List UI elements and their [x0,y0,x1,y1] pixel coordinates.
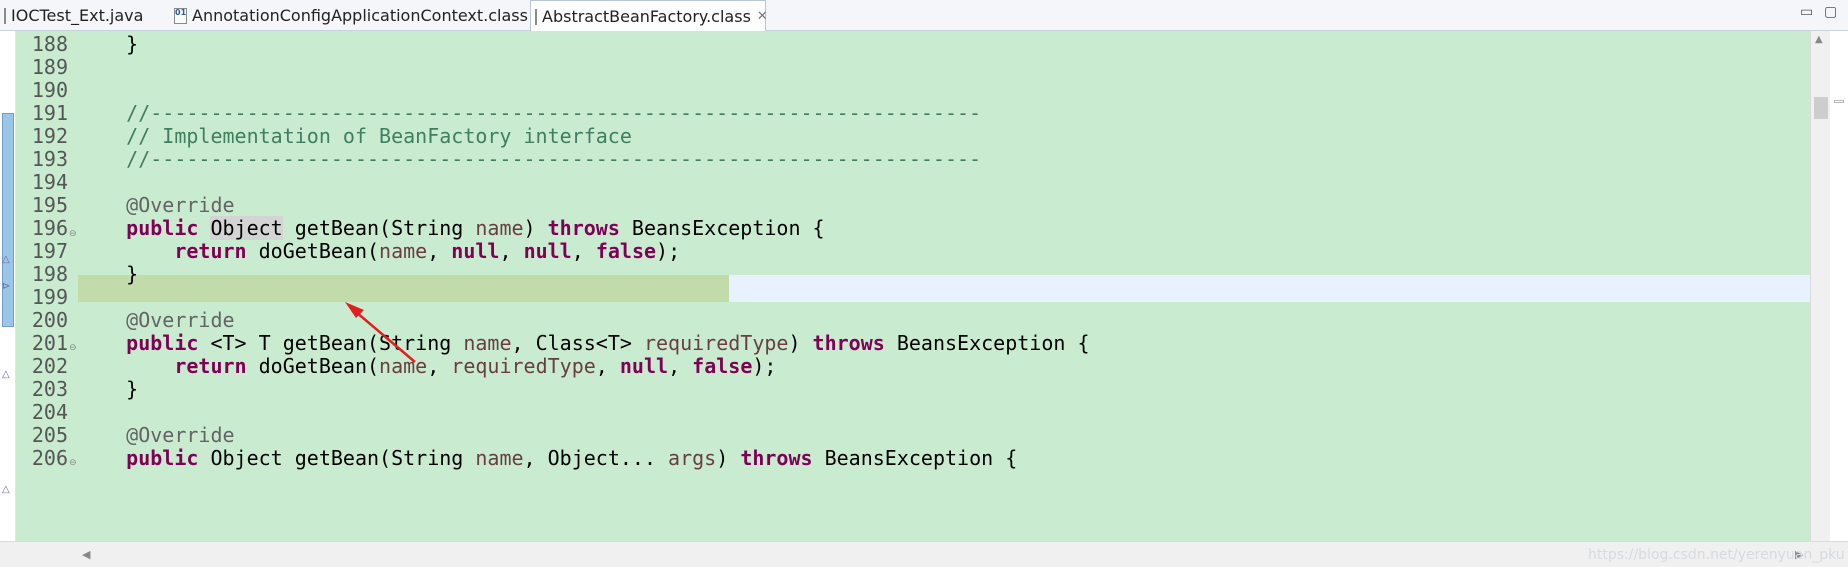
code-line-206: public Object getBean(String name, Objec… [78,445,1017,472]
keyword-token: public [126,331,199,355]
code-token: doGetBean( [246,354,380,378]
tab-label: AnnotationConfigApplicationContext.class [192,6,528,25]
code-token: BeansException { [884,331,1090,355]
tab-annotationconfigapplicationcontext-class[interactable]: 01 AnnotationConfigApplicationContext.cl… [170,0,534,31]
code-line-193: //--------------------------------------… [78,147,982,171]
tab-abstractbeanfactory-class[interactable]: 01 AbstractBeanFactory.class ✕ [530,0,768,32]
override-marker-icon: △ [2,484,10,495]
code-token: doGetBean( [246,239,380,263]
watermark-text: https://blog.csdn.net/yerenyuan_pku [1588,547,1845,563]
fold-toggle-icon[interactable]: ⊖ [69,344,77,353]
parameter-token: name [379,239,428,263]
scroll-up-icon[interactable]: ▲ [1815,35,1823,45]
parameter-token: name [475,446,524,470]
parameter-token: name [379,354,428,378]
code-token: ); [656,239,681,263]
code-token: , [499,239,524,263]
code-token: BeansException { [812,446,1018,470]
fold-toggle-icon[interactable]: ⊖ [69,230,77,239]
keyword-token: public [126,446,199,470]
overview-ruler[interactable] [1830,31,1848,541]
selected-line-highlight [78,275,729,302]
keyword-token: throws [740,446,813,470]
annotation-ruler: △ ⊳ △ △ [0,31,16,541]
keyword-token: false [692,354,753,378]
line-number-gutter: 188 189 190 191 192 193 194 195 196 197 … [16,31,78,541]
code-token: , [427,239,452,263]
keyword-token: null [451,239,500,263]
horizontal-scrollbar[interactable]: ◀ ▶ https://blog.csdn.net/yerenyuan_pku [0,541,1848,567]
java-file-icon [4,7,6,24]
minimize-button[interactable]: ▭ [1800,4,1813,20]
overview-mark[interactable] [1834,100,1844,103]
keyword-token: false [595,239,657,263]
code-token: BeansException { [619,216,825,240]
parameter-token: name [475,216,524,240]
parameter-token: name [463,331,512,355]
code-token: , [668,354,693,378]
parameter-token: requiredType [643,331,789,355]
code-token: Object getBean(String [198,446,476,470]
close-icon[interactable]: ✕ [757,9,768,24]
code-token: , [595,354,620,378]
scrollbar-thumb[interactable] [1814,97,1828,119]
current-position-icon: ⊳ [2,281,11,292]
scroll-left-icon[interactable]: ◀ [82,548,90,561]
code-line-203: } [78,377,139,401]
keyword-token: null [619,354,669,378]
class-file-icon: 01 [535,8,537,25]
code-line-197: return doGetBean(name, null, null, false… [78,238,680,265]
tab-label: IOCTest_Ext.java [11,6,144,25]
editor-tab-bar: IOCTest_Ext.java 01 AnnotationConfigAppl… [0,0,1848,32]
code-editor[interactable]: △ ⊳ △ △ 188 189 190 191 192 193 194 195 … [0,31,1848,541]
parameter-token: args [668,446,717,470]
parameter-token: requiredType [451,354,596,378]
class-file-icon: 01 [174,7,187,24]
line-number: 206 [31,446,68,470]
override-marker-icon: △ [2,254,10,265]
code-line-198: } [78,262,139,286]
code-token: ) [788,331,813,355]
code-token: , Class<T> [511,331,644,355]
keyword-token: throws [547,216,620,240]
code-token: ) [523,216,548,240]
tab-label: AbstractBeanFactory.class [542,7,751,26]
code-token: getBean(String [282,216,476,240]
occurrence-highlight: Object [210,216,283,240]
code-line-202: return doGetBean(name, requiredType, nul… [78,353,776,380]
code-token: ) [716,446,741,470]
keyword-token: throws [812,331,885,355]
keyword-token: null [523,239,572,263]
keyword-token: return [174,354,247,378]
code-token: , Object... [523,446,669,470]
vertical-scrollbar[interactable]: ▲ [1810,31,1830,541]
code-token: ); [752,354,777,378]
change-marker [2,113,14,327]
code-token: <T> T getBean(String [198,331,464,355]
keyword-token: return [174,239,247,263]
code-area[interactable]: } //------------------------------------… [78,31,1810,541]
code-line-188: } [78,32,139,56]
code-token: , [427,354,452,378]
maximize-button[interactable]: ▢ [1824,4,1837,20]
fold-toggle-icon[interactable]: ⊖ [69,459,77,468]
code-token: , [571,239,596,263]
tab-ioctest-ext-java[interactable]: IOCTest_Ext.java [0,0,144,31]
override-marker-icon: △ [2,369,10,380]
keyword-token: public [126,216,199,240]
